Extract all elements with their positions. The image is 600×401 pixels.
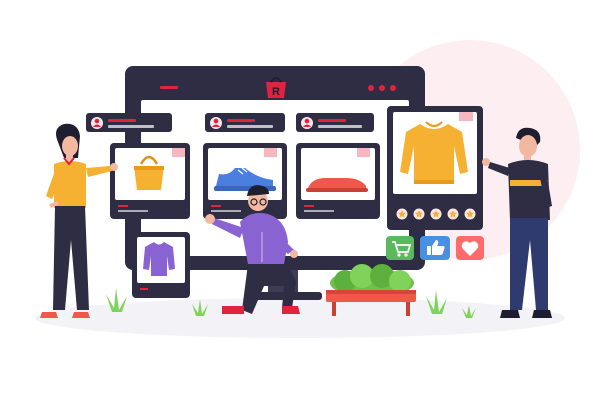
add-to-cart-button[interactable]	[386, 236, 414, 260]
ecommerce-illustration: R	[35, 40, 580, 338]
window-control-dot[interactable]	[368, 85, 374, 91]
product-card-shirt[interactable]	[132, 232, 190, 298]
product-card-sneaker[interactable]	[203, 143, 287, 219]
like-button[interactable]	[420, 236, 450, 260]
favorite-button[interactable]	[456, 236, 484, 260]
menu-line	[160, 86, 178, 89]
woman-figure	[40, 123, 118, 318]
user-badge[interactable]	[86, 113, 172, 132]
product-card-loafer[interactable]	[296, 143, 380, 219]
product-card-handbag[interactable]	[110, 143, 190, 219]
featured-product-card[interactable]	[387, 106, 483, 230]
window-control-dot[interactable]	[390, 85, 396, 91]
user-badge[interactable]	[205, 113, 285, 132]
brand-logo-letter: R	[272, 86, 280, 98]
window-control-dot[interactable]	[379, 85, 385, 91]
user-badge[interactable]	[296, 113, 374, 132]
